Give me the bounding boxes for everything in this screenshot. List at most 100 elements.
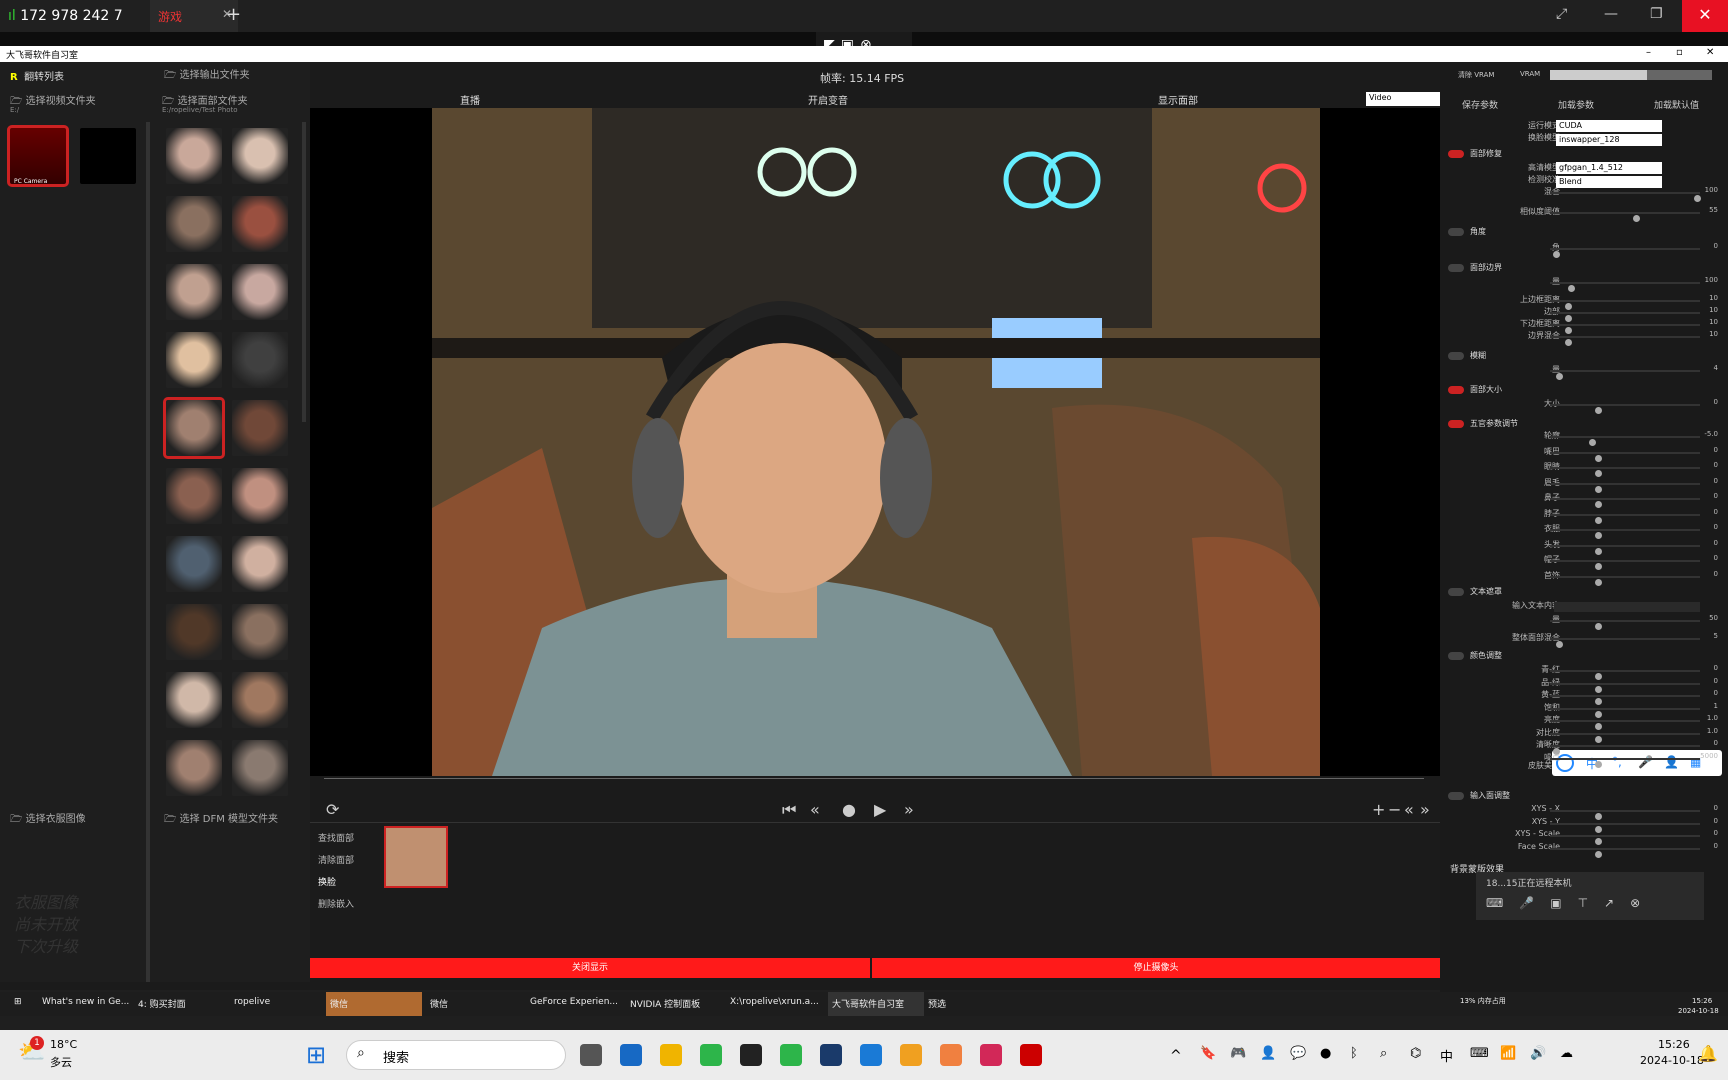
tray-icon[interactable]: 中 <box>1440 1046 1453 1065</box>
slider-track[interactable] <box>1550 436 1700 446</box>
edge-icon[interactable] <box>860 1044 882 1066</box>
tray-icon[interactable]: ⌬ <box>1410 1046 1421 1061</box>
timeline[interactable] <box>324 778 1424 779</box>
app-close-icon[interactable]: ✕ <box>1706 47 1714 58</box>
slider-track[interactable] <box>1550 847 1700 858</box>
face-thumb[interactable] <box>166 740 222 796</box>
face-thumb[interactable] <box>232 128 288 184</box>
select-output-folder-button[interactable]: 🗁 选择输出文件夹 <box>164 66 250 85</box>
face-thumb[interactable] <box>232 332 288 388</box>
face-thumb[interactable] <box>232 672 288 728</box>
remote-start-icon[interactable]: ⊞ <box>10 992 26 1016</box>
back-double-icon[interactable]: « <box>1404 800 1414 819</box>
tray-icon[interactable]: 💬 <box>1290 1046 1306 1061</box>
black-thumb[interactable] <box>80 128 136 184</box>
task-view-icon[interactable] <box>580 1044 602 1066</box>
select-video-folder-button[interactable]: 🗁 选择视频文件夹 <box>10 92 96 111</box>
color-toggle[interactable] <box>1448 651 1464 660</box>
slider-track[interactable] <box>1550 560 1700 570</box>
slider-track[interactable] <box>1550 707 1700 718</box>
slider-track[interactable] <box>1550 695 1700 705</box>
first-icon[interactable]: ⏮ <box>782 800 796 820</box>
slider-track[interactable] <box>1550 720 1700 730</box>
slider-track[interactable] <box>1550 451 1700 462</box>
face-thumb[interactable] <box>232 468 288 524</box>
slider-knob[interactable] <box>1595 850 1602 858</box>
clear-faces-button[interactable]: 清除面部 <box>318 850 354 872</box>
border-toggle[interactable] <box>1448 263 1464 272</box>
face-thumb[interactable] <box>232 740 288 796</box>
start-icon[interactable]: ⊞ <box>306 1041 326 1069</box>
record-icon[interactable]: ● <box>842 800 856 819</box>
minimize-icon[interactable]: — <box>1604 6 1618 22</box>
slider-track[interactable] <box>1550 575 1700 586</box>
remote-taskbar-item[interactable]: X:\ropelive\xrun.a... <box>726 992 822 1016</box>
run-mode-select[interactable]: CUDA <box>1556 120 1662 132</box>
remote-taskbar-item[interactable]: GeForce Experien... <box>526 992 622 1016</box>
face-thumb[interactable] <box>232 536 288 592</box>
face-thumb[interactable] <box>232 604 288 660</box>
scrollbar[interactable] <box>146 122 150 982</box>
slider-track[interactable] <box>1550 482 1700 493</box>
slider-track[interactable] <box>1550 498 1700 508</box>
slider-track[interactable] <box>1550 732 1700 743</box>
slider-track[interactable] <box>1550 822 1700 833</box>
remote-taskbar-item[interactable]: 预选 <box>924 992 1020 1016</box>
close-window-button[interactable]: ✕ <box>1682 0 1728 32</box>
size-toggle[interactable] <box>1448 385 1464 394</box>
slider-track[interactable] <box>1550 544 1700 555</box>
blur-toggle[interactable] <box>1448 351 1464 360</box>
face-thumb[interactable] <box>232 196 288 252</box>
swap-button[interactable]: 换脸 <box>318 872 354 894</box>
forward-double-icon[interactable]: » <box>1420 800 1430 819</box>
remote-taskbar-item[interactable]: What's new in Ge... <box>38 992 134 1016</box>
forward-icon[interactable]: » <box>904 800 914 819</box>
slider-track[interactable] <box>1550 467 1700 477</box>
tray-icon[interactable]: 🎮 <box>1230 1046 1246 1061</box>
face-thumb[interactable] <box>166 468 222 524</box>
select-clothes-button[interactable]: 🗁 选择衣服图像 <box>10 810 86 829</box>
find-faces-button[interactable]: 查找面部 <box>318 828 354 850</box>
slider-knob[interactable] <box>1595 760 1602 768</box>
overflow-chevron-icon[interactable]: ^ <box>1170 1048 1182 1064</box>
tray-icon[interactable]: 👤 <box>1260 1046 1276 1061</box>
zoom-in-icon[interactable]: + <box>1372 800 1385 819</box>
terminal-icon[interactable] <box>820 1044 842 1066</box>
tab-live[interactable]: 直播 <box>460 92 480 107</box>
bell-icon[interactable]: 🔔 <box>1698 1044 1718 1063</box>
remote-taskbar-item[interactable]: 大飞哥软件自习室 <box>828 992 924 1016</box>
face-thumb[interactable] <box>166 672 222 728</box>
remote-taskbar-item[interactable]: ropelive <box>230 992 326 1016</box>
remote-taskbar-item[interactable]: 微信 <box>326 992 422 1016</box>
face-thumb[interactable] <box>166 604 222 660</box>
mail-icon[interactable] <box>620 1044 642 1066</box>
delete-embed-button[interactable]: 删除嵌入 <box>318 894 354 916</box>
slider-track[interactable] <box>1550 529 1700 539</box>
face-thumb[interactable] <box>166 332 222 388</box>
app-icon[interactable] <box>980 1044 1002 1066</box>
slider-track[interactable] <box>1550 682 1700 693</box>
restore-icon[interactable]: ❐ <box>1650 6 1663 22</box>
remote-taskbar-item[interactable]: 4: 购买封面 <box>134 992 230 1016</box>
tray-icon[interactable]: ☁ <box>1560 1046 1573 1061</box>
slider-track[interactable] <box>1550 513 1700 524</box>
tray-icon[interactable]: 📶 <box>1500 1046 1516 1061</box>
shield-icon[interactable] <box>900 1044 922 1066</box>
text-mask-toggle[interactable] <box>1448 587 1464 596</box>
new-tab-button[interactable]: + <box>226 4 241 25</box>
hd-model-select[interactable]: gfpgan_1.4_512 <box>1556 162 1662 174</box>
slider-track[interactable] <box>1550 670 1700 680</box>
play-icon[interactable]: ▶ <box>874 800 886 819</box>
face-thumb[interactable] <box>166 196 222 252</box>
wechat-icon[interactable] <box>700 1044 722 1066</box>
close-display-button[interactable]: 关闭显示 <box>310 958 870 978</box>
folder-icon[interactable] <box>660 1044 682 1066</box>
face-thumb[interactable] <box>166 128 222 184</box>
pc-camera-thumb[interactable] <box>7 125 69 187</box>
tray-icon[interactable]: 🔖 <box>1200 1046 1216 1061</box>
restorer-toggle[interactable] <box>1448 149 1464 158</box>
rewind-icon[interactable]: « <box>810 800 820 819</box>
slider-track[interactable] <box>1550 745 1700 755</box>
refresh-icon[interactable]: ⟳ <box>326 800 339 819</box>
text-input-field[interactable] <box>1554 602 1700 612</box>
